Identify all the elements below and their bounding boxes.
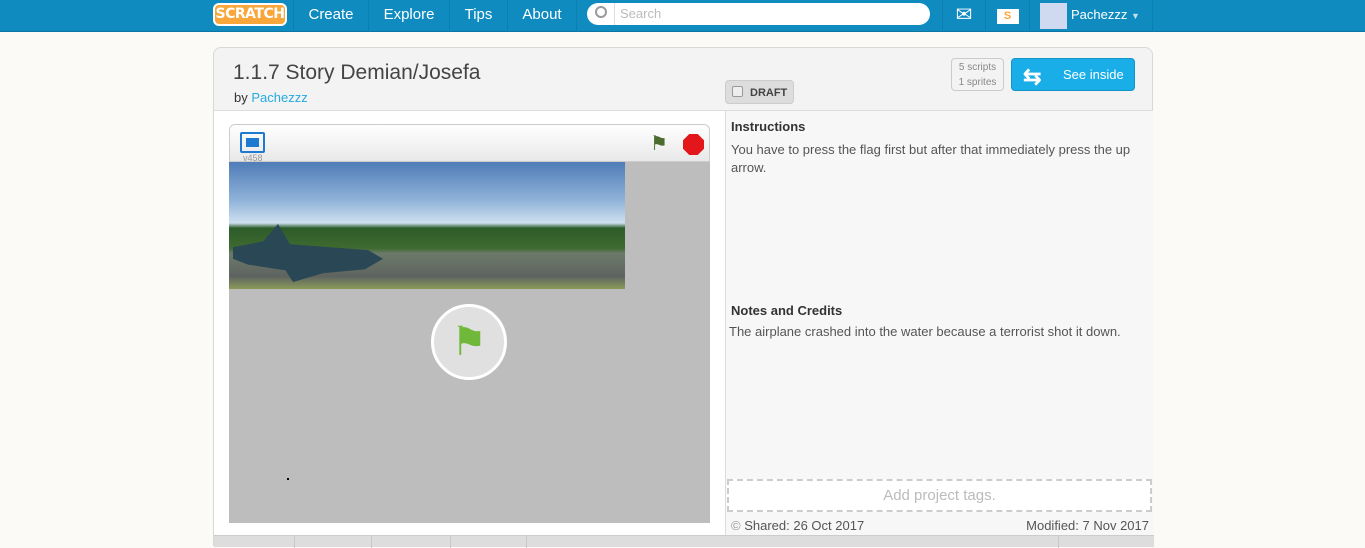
scripts-count: 5 scripts <box>958 62 997 73</box>
nav-create[interactable]: Create <box>293 0 369 32</box>
chevron-down-icon: ▼ <box>1131 11 1140 21</box>
shared-date: © Shared: 26 Oct 2017 <box>731 518 864 533</box>
start-flag-button[interactable]: ⚑ <box>431 304 507 380</box>
action-bar <box>214 535 1154 548</box>
search-box[interactable]: Search <box>587 3 930 25</box>
instructions-heading: Instructions <box>731 119 806 134</box>
tags-input[interactable]: Add project tags. <box>727 479 1152 512</box>
notes-text: The airplane crashed into the water beca… <box>729 324 1121 339</box>
airplane-sprite <box>233 224 383 282</box>
nav-tips[interactable]: Tips <box>450 0 508 32</box>
fullscreen-icon[interactable] <box>240 132 265 153</box>
player-controls: v458 ⚑ <box>229 124 710 163</box>
notes-heading: Notes and Credits <box>731 303 843 318</box>
runway-backdrop <box>229 162 625 289</box>
instructions-text: You have to press the flag first but aft… <box>731 142 1131 175</box>
project-title: 1.1.7 Story Demian/Josefa <box>233 61 481 84</box>
stage-dot <box>287 478 289 480</box>
project-info: Instructions You have to press the flag … <box>725 110 1153 535</box>
stop-icon[interactable] <box>683 134 704 155</box>
search-icon <box>595 6 607 18</box>
stage[interactable]: ⚑ <box>229 162 710 523</box>
scratch-logo[interactable]: SCRATCH <box>213 3 287 26</box>
project-counts: 5 scripts 1 sprites <box>951 58 1004 91</box>
nav-about[interactable]: About <box>508 0 577 32</box>
by-label: by <box>234 90 248 105</box>
draft-label: DRAFT <box>750 87 788 99</box>
green-flag-icon[interactable]: ⚑ <box>650 131 668 156</box>
draft-toggle[interactable]: DRAFT <box>725 80 794 104</box>
user-menu[interactable]: Pachezzz ▼ <box>1030 0 1153 32</box>
project-panel: 1.1.7 Story Demian/Josefa by Pachezzz DR… <box>213 47 1154 548</box>
sprites-count: 1 sprites <box>958 77 997 88</box>
draft-checkbox[interactable] <box>732 86 743 97</box>
top-navbar: SCRATCH Create Explore Tips About Search… <box>0 0 1365 32</box>
author-link[interactable]: Pachezzz <box>251 90 307 105</box>
folder-icon[interactable]: S <box>986 0 1030 32</box>
envelope-icon[interactable]: ✉ <box>942 0 986 32</box>
see-inside-button[interactable]: ⇆ See inside <box>1011 58 1135 91</box>
see-inside-label: See inside <box>1063 67 1124 82</box>
nav-explore[interactable]: Explore <box>369 0 450 32</box>
modified-date: Modified: 7 Nov 2017 <box>1026 518 1149 533</box>
remix-arrows-icon: ⇆ <box>1023 64 1042 89</box>
cc-icon: © <box>731 518 741 533</box>
search-input[interactable]: Search <box>614 3 924 25</box>
username: Pachezzz <box>1071 7 1128 22</box>
project-author: by Pachezzz <box>234 90 308 105</box>
player-area: v458 ⚑ ⚑ <box>214 110 725 535</box>
avatar <box>1040 2 1067 29</box>
shared-text: Shared: 26 Oct 2017 <box>744 518 865 533</box>
